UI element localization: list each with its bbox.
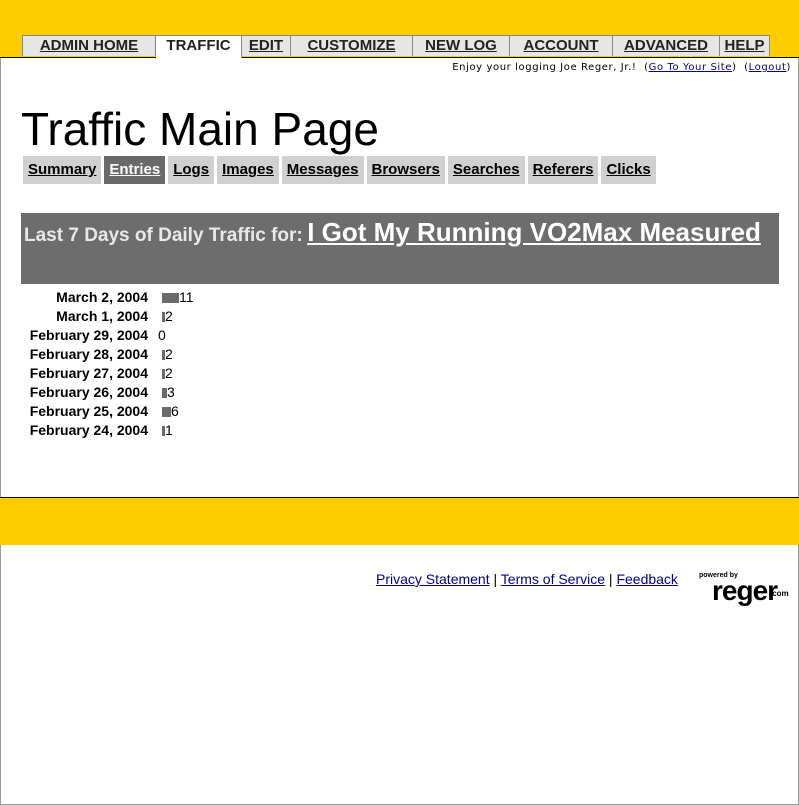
go-to-site-link[interactable]: Go To Your Site	[649, 62, 732, 73]
subtab-images[interactable]: Images	[217, 156, 279, 184]
subtab-entries[interactable]: Entries	[104, 156, 166, 184]
subtab-searches[interactable]: Searches	[447, 156, 525, 184]
subtab-clicks[interactable]: Clicks	[601, 156, 656, 184]
traffic-count: 0	[158, 327, 166, 343]
tab-account[interactable]: ACCOUNT	[510, 35, 613, 56]
tab-help[interactable]: HELP	[720, 35, 770, 56]
welcome-message: Enjoy your logging Joe Reger, Jr.! (Go T…	[452, 62, 791, 73]
traffic-row-date: February 26, 2004	[29, 384, 148, 400]
traffic-row-date: March 1, 2004	[56, 308, 148, 324]
traffic-row-date: March 2, 2004	[56, 289, 148, 305]
footer-links: Privacy Statement | Terms of Service | F…	[376, 571, 678, 587]
tab-edit[interactable]: EDIT	[242, 35, 291, 56]
footer-separator: |	[608, 571, 613, 587]
logo-reger: reger	[712, 575, 778, 606]
traffic-count: 2	[165, 365, 173, 381]
tab-new-log[interactable]: NEW LOG	[413, 35, 510, 56]
traffic-count: 6	[171, 403, 179, 419]
tab-advanced[interactable]: ADVANCED	[613, 35, 720, 56]
feedback-link[interactable]: Feedback	[616, 571, 677, 587]
traffic-count: 2	[165, 308, 173, 324]
page-title: Traffic Main Page	[21, 103, 379, 155]
privacy-statement-link[interactable]: Privacy Statement	[376, 571, 490, 587]
traffic-bar	[162, 293, 179, 303]
footer-separator: |	[493, 571, 498, 587]
traffic-count: 3	[167, 384, 175, 400]
traffic-count: 1	[165, 422, 173, 438]
subtab-referers[interactable]: Referers	[527, 156, 599, 184]
bottom-bar	[0, 497, 799, 545]
logo-dot-com: .com	[770, 589, 789, 598]
entry-title-link[interactable]: I Got My Running VO2Max Measured	[307, 217, 761, 247]
logout-link[interactable]: Logout	[749, 62, 787, 73]
traffic-header-lead: Last 7 Days of Daily Traffic for:	[24, 225, 303, 246]
traffic-row-date: February 24, 2004	[29, 422, 148, 438]
traffic-header: Last 7 Days of Daily Traffic for: I Got …	[21, 213, 779, 284]
traffic-row-date: February 29, 2004	[29, 327, 148, 343]
traffic-subnav: Summary Entries Logs Images Messages Bro…	[23, 156, 659, 184]
traffic-row-date: February 25, 2004	[29, 403, 148, 419]
subtab-browsers[interactable]: Browsers	[366, 156, 445, 184]
main-nav-tabs: ADMIN HOME TRAFFIC EDIT CUSTOMIZE NEW LO…	[22, 35, 770, 58]
traffic-count: 2	[165, 346, 173, 362]
tab-customize[interactable]: CUSTOMIZE	[291, 35, 413, 56]
tab-admin-home[interactable]: ADMIN HOME	[22, 35, 156, 56]
traffic-row-date: February 27, 2004	[29, 365, 148, 381]
terms-of-service-link[interactable]: Terms of Service	[501, 571, 605, 587]
subtab-messages[interactable]: Messages	[281, 156, 364, 184]
subtab-logs[interactable]: Logs	[168, 156, 215, 184]
welcome-text: Enjoy your logging Joe Reger, Jr.!	[452, 62, 637, 73]
traffic-count: 11	[179, 289, 194, 305]
top-header-bar: ADMIN HOME TRAFFIC EDIT CUSTOMIZE NEW LO…	[0, 0, 799, 58]
traffic-row-date: February 28, 2004	[29, 346, 148, 362]
subtab-summary[interactable]: Summary	[23, 156, 102, 184]
traffic-bar	[162, 407, 171, 417]
tab-traffic[interactable]: TRAFFIC	[156, 35, 242, 58]
reger-logo[interactable]: powered by reger .com	[699, 572, 791, 608]
